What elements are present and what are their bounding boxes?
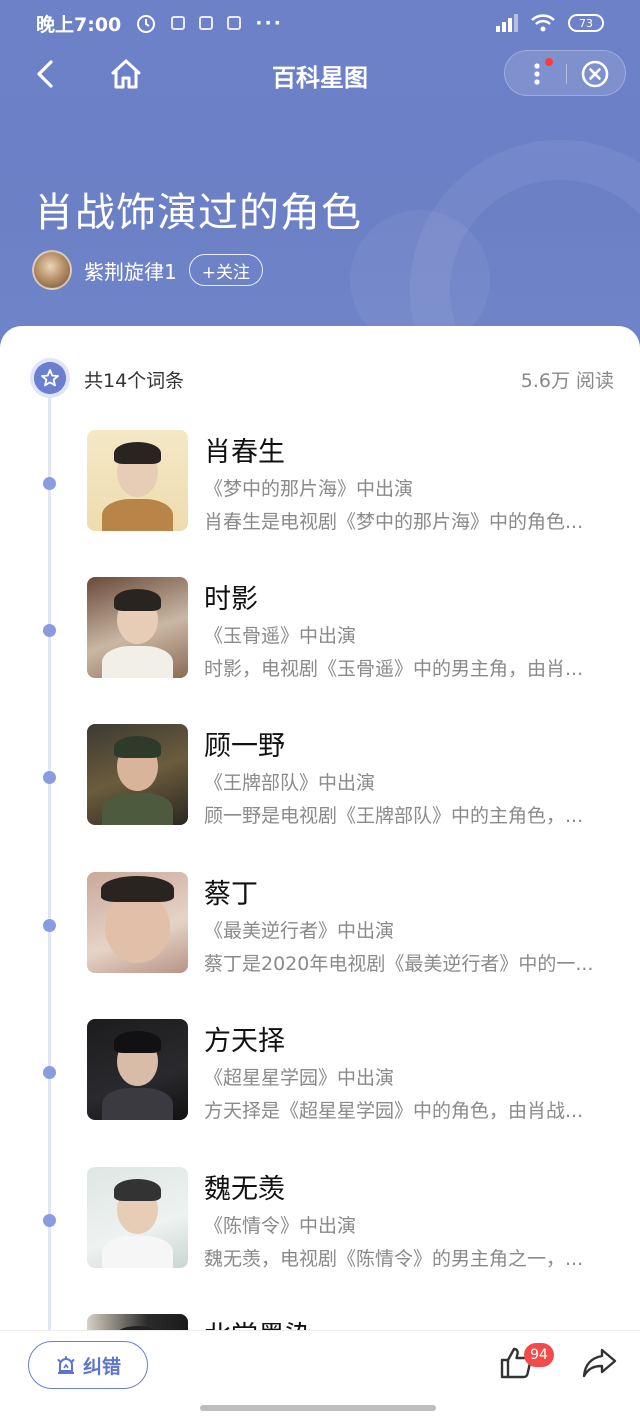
entry-name: 蔡丁 — [204, 879, 258, 910]
entry-thumbnail — [87, 1167, 188, 1268]
battery-icon: 73 — [568, 14, 604, 32]
list-item[interactable]: 顾一野 《王牌部队》中出演 顾一野是电视剧《王牌部队》中的主角色，... — [0, 724, 640, 872]
report-error-button[interactable]: 纠错 — [28, 1341, 148, 1389]
notification-icon — [199, 16, 214, 30]
entry-description: 时影，电视剧《玉骨遥》中的男主角，由肖... — [204, 658, 584, 680]
entry-thumbnail — [87, 1314, 188, 1330]
entry-thumbnail — [87, 1019, 188, 1120]
entry-source: 《最美逆行者》中出演 — [204, 920, 395, 942]
timeline-dot — [43, 624, 56, 637]
timeline-dot — [43, 919, 56, 932]
entry-source: 《超星星学园》中出演 — [204, 1067, 395, 1089]
report-error-label: 纠错 — [82, 1355, 121, 1378]
list-summary: 共14个词条 5.6万 阅读 — [0, 326, 640, 430]
entry-thumbnail — [87, 872, 188, 973]
share-icon[interactable] — [580, 1343, 620, 1383]
page-heading: 肖战饰演过的角色 — [34, 190, 362, 236]
author-name[interactable]: 紫荆旋律1 — [84, 256, 177, 285]
entry-source: 《玉骨遥》中出演 — [204, 625, 357, 647]
status-time: 晚上7:00 — [36, 13, 122, 36]
home-indicator[interactable] — [200, 1405, 436, 1411]
list-item[interactable]: 魏无羡 《陈情令》中出演 魏无羡，电视剧《陈情令》的男主角之一，... — [0, 1167, 640, 1315]
star-map-icon — [34, 362, 66, 394]
entry-thumbnail — [87, 430, 188, 531]
timeline-dot — [43, 1214, 56, 1227]
close-icon[interactable] — [581, 60, 609, 88]
entry-description: 蔡丁是2020年电视剧《最美逆行者》中的一... — [204, 953, 594, 975]
alert-bell-icon — [57, 1356, 75, 1374]
more-menu-icon[interactable] — [527, 60, 547, 88]
list-item[interactable]: 方天择 《超星星学园》中出演 方天择是《超星星学园》中的角色，由肖战... — [0, 1019, 640, 1167]
header: 晚上7:00 ··· 73 百科星图 肖战饰演过的角色 紫荆旋律1 +关注 — [0, 0, 640, 360]
wifi-icon — [531, 14, 555, 32]
entry-name: 方天择 — [204, 1026, 285, 1057]
navigation-bar: 百科星图 — [0, 46, 640, 102]
mini-program-capsule — [504, 50, 626, 96]
timeline-dot — [43, 477, 56, 490]
list-item[interactable]: 肖春生 《梦中的那片海》中出演 肖春生是电视剧《梦中的那片海》中的角色... — [0, 430, 640, 578]
entry-source: 《梦中的那片海》中出演 — [204, 478, 414, 500]
entry-name: 北堂墨染 — [204, 1314, 312, 1330]
timeline-dot — [43, 1066, 56, 1079]
entry-thumbnail — [87, 724, 188, 825]
entry-thumbnail — [87, 577, 188, 678]
more-notifications-icon: ··· — [255, 12, 283, 34]
list-item[interactable]: 时影 《玉骨遥》中出演 时影，电视剧《玉骨遥》中的男主角，由肖... — [0, 577, 640, 725]
entry-description: 肖春生是电视剧《梦中的那片海》中的角色... — [204, 511, 584, 533]
capsule-divider — [566, 64, 567, 84]
read-count-label: 阅读 — [575, 370, 614, 392]
entry-name: 时影 — [204, 584, 258, 615]
list-item[interactable]: 蔡丁 《最美逆行者》中出演 蔡丁是2020年电视剧《最美逆行者》中的一... — [0, 872, 640, 1020]
entry-source: 《陈情令》中出演 — [204, 1215, 357, 1237]
entry-description: 顾一野是电视剧《王牌部队》中的主角色，... — [204, 805, 584, 827]
notification-icon — [171, 16, 186, 30]
list-item[interactable]: 北堂墨染 — [0, 1314, 640, 1330]
entry-description: 方天择是《超星星学园》中的角色，由肖战... — [204, 1100, 584, 1122]
follow-button[interactable]: +关注 — [188, 254, 263, 286]
entry-description: 魏无羡，电视剧《陈情令》的男主角之一，... — [204, 1248, 584, 1270]
avatar[interactable] — [32, 250, 72, 290]
entry-name: 肖春生 — [204, 437, 285, 468]
read-count: 5.6万 阅读 — [521, 366, 614, 393]
entry-name: 魏无羡 — [204, 1174, 285, 1205]
new-dot-badge — [545, 58, 553, 66]
entry-source: 《王牌部队》中出演 — [204, 772, 376, 794]
like-count-badge: 94 — [524, 1343, 554, 1367]
signal-icon — [496, 14, 518, 32]
entry-name: 顾一野 — [204, 731, 285, 762]
alarm-icon — [137, 15, 156, 33]
bottom-action-bar: 纠错 94 — [0, 1330, 640, 1422]
entry-count: 共14个词条 — [84, 370, 185, 392]
notification-icon — [227, 16, 242, 30]
timeline-dot — [43, 771, 56, 784]
author-row: 紫荆旋律1 +关注 — [32, 250, 263, 290]
entry-list-card: 共14个词条 5.6万 阅读 肖春生 《梦中的那片海》中出演 肖春生是电视剧《梦中… — [0, 326, 640, 1330]
read-count-value: 5.6万 — [520, 370, 570, 392]
status-bar: 晚上7:00 ··· 73 — [0, 0, 640, 46]
